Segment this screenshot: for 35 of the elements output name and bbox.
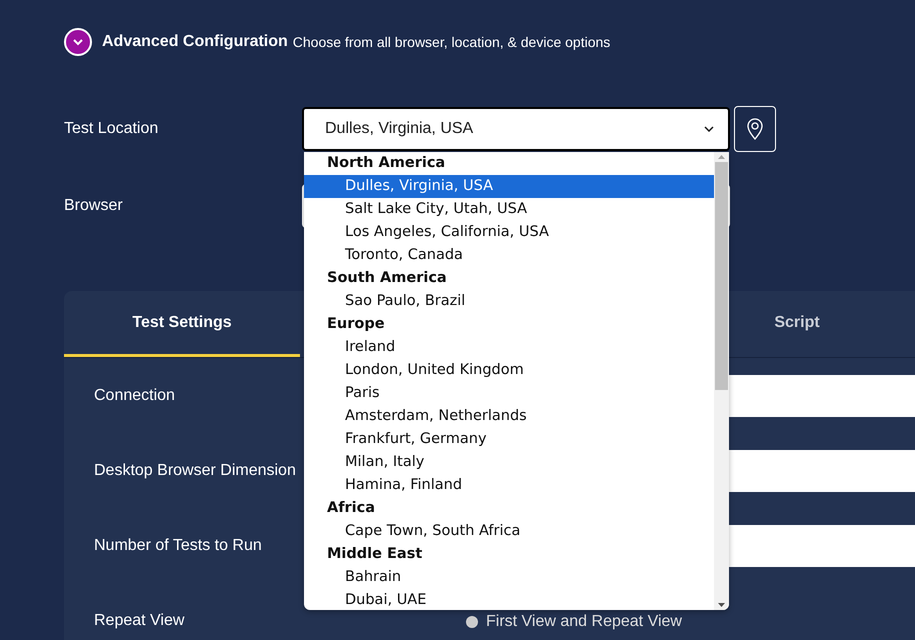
setting-label: Connection (94, 386, 176, 404)
scrollbar[interactable] (714, 152, 729, 610)
location-option[interactable]: Los Angeles, California, USA (304, 221, 714, 244)
location-option[interactable]: Hamina, Finland (304, 474, 714, 497)
group-heading: North America (326, 154, 446, 173)
location-option[interactable]: Dulles, Virginia, USA (304, 175, 714, 198)
radio-label: First View and Repeat View (486, 612, 682, 630)
location-option[interactable]: Milan, Italy (304, 451, 714, 474)
group-heading: Africa (326, 499, 376, 518)
field-label: Test Location (64, 120, 160, 138)
location-option[interactable]: Bahrain (304, 566, 714, 589)
location-option[interactable]: Frankfurt, Germany (304, 428, 714, 451)
setting-label: Desktop Browser Dimension (94, 462, 297, 480)
setting-label: Repeat View (94, 612, 186, 630)
location-select[interactable]: Dulles, Virginia, USA (302, 107, 730, 151)
location-option[interactable]: Dubai, UAE (304, 589, 714, 610)
location-option[interactable]: Cape Town, South Africa (304, 520, 714, 543)
section-title: Advanced Configuration (102, 33, 288, 51)
group-heading: South America (326, 269, 448, 288)
location-option[interactable]: Paris (304, 382, 714, 405)
location-option[interactable]: London, United Kingdom (304, 359, 714, 382)
group-heading: Middle East (326, 545, 424, 564)
group-heading: Europe (326, 315, 386, 334)
location-option[interactable]: Salt Lake City, Utah, USA (304, 198, 714, 221)
radio-button[interactable] (466, 616, 478, 628)
map-pin-button[interactable] (734, 106, 776, 152)
location-option[interactable]: Amsterdam, Netherlands (304, 405, 714, 428)
tab[interactable]: Test Settings (64, 291, 300, 357)
caret-icon (704, 126, 714, 132)
field-label: Browser (64, 196, 124, 214)
location-option[interactable]: Toronto, Canada (304, 244, 714, 267)
section-subtitle: Choose from all browser, location, & device options (292, 34, 610, 50)
collapse-button[interactable] (64, 28, 92, 56)
setting-label: Number of Tests to Run (94, 536, 263, 554)
map-pin-icon (746, 117, 764, 141)
